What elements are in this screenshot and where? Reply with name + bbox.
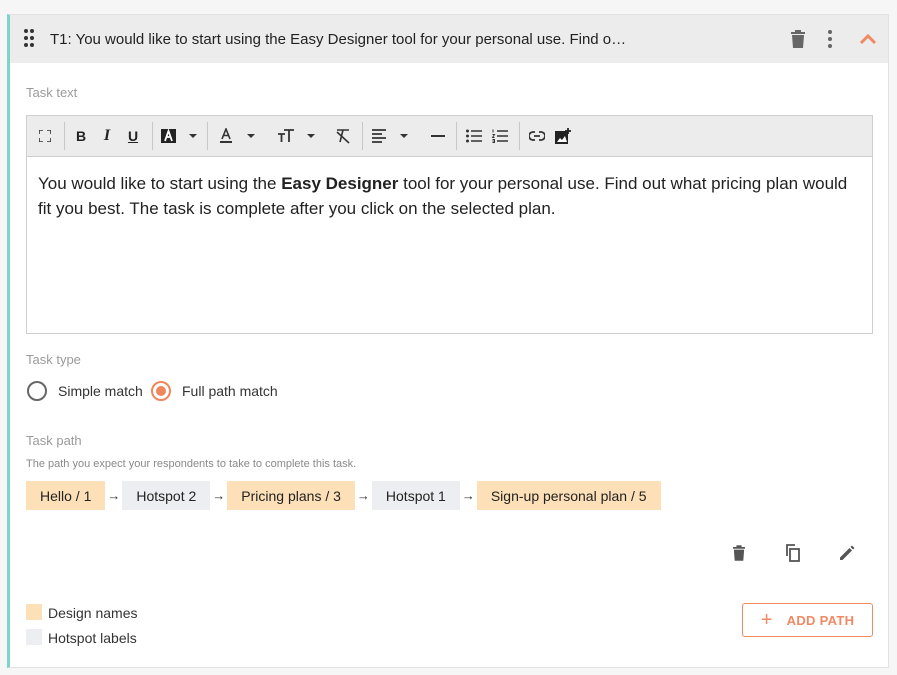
toolbar-divider bbox=[64, 122, 65, 150]
task-path-description: The path you expect your respondents to … bbox=[26, 458, 357, 470]
editor-toolbar: B I U bbox=[27, 116, 872, 157]
task-card: T1: You would like to start using the Ea… bbox=[7, 14, 889, 668]
toolbar-divider bbox=[456, 122, 457, 150]
path-step[interactable]: Hello / 1 bbox=[26, 481, 106, 510]
pencil-icon bbox=[840, 545, 855, 560]
more-vertical-icon bbox=[828, 30, 832, 48]
arrow-icon: → bbox=[356, 488, 370, 503]
copy-icon bbox=[786, 544, 800, 562]
edit-path-button[interactable] bbox=[835, 541, 859, 565]
hotspot-legend-label: Hotspot labels bbox=[48, 630, 137, 646]
highlight-color-icon bbox=[161, 128, 197, 143]
toolbar-divider bbox=[519, 122, 520, 150]
bold-button[interactable]: B bbox=[72, 126, 90, 146]
task-header[interactable]: T1: You would like to start using the Ea… bbox=[10, 15, 888, 63]
fullscreen-button[interactable] bbox=[36, 126, 54, 146]
add-path-label: ADD PATH bbox=[786, 612, 855, 628]
radio-full-path-match[interactable]: Full path match bbox=[151, 381, 278, 401]
task-text-label: Task text bbox=[26, 85, 78, 100]
radio-simple-match[interactable]: Simple match bbox=[27, 381, 143, 401]
hotspot-legend-swatch bbox=[26, 629, 42, 645]
radio-button[interactable] bbox=[151, 381, 171, 401]
insert-image-button[interactable] bbox=[554, 126, 572, 146]
task-title: T1: You would like to start using the Ea… bbox=[50, 31, 627, 48]
insert-link-button[interactable] bbox=[528, 126, 546, 146]
task-text-editor[interactable]: B I U You would like to start using the … bbox=[26, 115, 873, 334]
trash-icon bbox=[791, 30, 805, 48]
collapse-button[interactable] bbox=[856, 27, 880, 51]
link-icon bbox=[529, 131, 545, 141]
font-size-button[interactable] bbox=[277, 126, 319, 146]
arrow-icon: → bbox=[212, 488, 226, 503]
background-color-button[interactable] bbox=[161, 126, 197, 146]
task-path: Hello / 1 → Hotspot 2 → Pricing plans / … bbox=[26, 481, 661, 510]
plus-icon: + bbox=[760, 609, 773, 631]
delete-task-button[interactable] bbox=[786, 27, 810, 51]
text-size-icon bbox=[278, 129, 315, 142]
align-button[interactable] bbox=[372, 126, 412, 146]
underline-button[interactable]: U bbox=[124, 126, 142, 146]
radio-label: Simple match bbox=[58, 383, 143, 399]
path-step[interactable]: Hotspot 2 bbox=[122, 481, 211, 510]
editor-bold-text: Easy Designer bbox=[281, 174, 399, 193]
clear-format-button[interactable] bbox=[333, 126, 353, 146]
align-left-icon bbox=[372, 129, 408, 143]
radio-label: Full path match bbox=[182, 383, 278, 399]
design-legend-swatch bbox=[26, 604, 42, 620]
toolbar-divider bbox=[362, 122, 363, 150]
add-path-button[interactable]: + ADD PATH bbox=[742, 603, 873, 637]
delete-path-button[interactable] bbox=[727, 541, 751, 565]
path-step[interactable]: Hotspot 1 bbox=[371, 481, 460, 510]
italic-button[interactable]: I bbox=[98, 126, 116, 146]
path-step[interactable]: Sign-up personal plan / 5 bbox=[476, 481, 661, 510]
numbered-list-icon bbox=[492, 129, 508, 143]
arrow-icon: → bbox=[461, 488, 475, 503]
add-image-icon bbox=[555, 128, 571, 144]
horizontal-rule-icon bbox=[431, 135, 445, 137]
chevron-up-icon bbox=[859, 33, 877, 45]
arrow-icon: → bbox=[107, 488, 121, 503]
trash-icon bbox=[733, 545, 745, 561]
toolbar-divider bbox=[152, 122, 153, 150]
design-legend-label: Design names bbox=[48, 605, 138, 621]
task-type-label: Task type bbox=[26, 352, 81, 367]
numbered-list-button[interactable] bbox=[492, 126, 508, 146]
more-options-button[interactable] bbox=[818, 27, 842, 51]
radio-button[interactable] bbox=[27, 381, 47, 401]
path-step[interactable]: Pricing plans / 3 bbox=[227, 481, 355, 510]
editor-text: You would like to start using the bbox=[38, 174, 282, 193]
duplicate-path-button[interactable] bbox=[781, 541, 805, 565]
fullscreen-icon bbox=[39, 130, 51, 142]
clear-format-icon bbox=[336, 129, 350, 144]
bullet-list-icon bbox=[466, 129, 482, 143]
horizontal-rule-button[interactable] bbox=[430, 126, 446, 146]
task-path-label: Task path bbox=[26, 433, 82, 448]
text-color-button[interactable] bbox=[219, 126, 259, 146]
text-color-icon bbox=[220, 128, 255, 143]
bullet-list-button[interactable] bbox=[466, 126, 482, 146]
toolbar-divider bbox=[207, 122, 208, 150]
drag-handle-icon[interactable] bbox=[22, 29, 36, 49]
editor-content[interactable]: You would like to start using the Easy D… bbox=[27, 157, 872, 235]
